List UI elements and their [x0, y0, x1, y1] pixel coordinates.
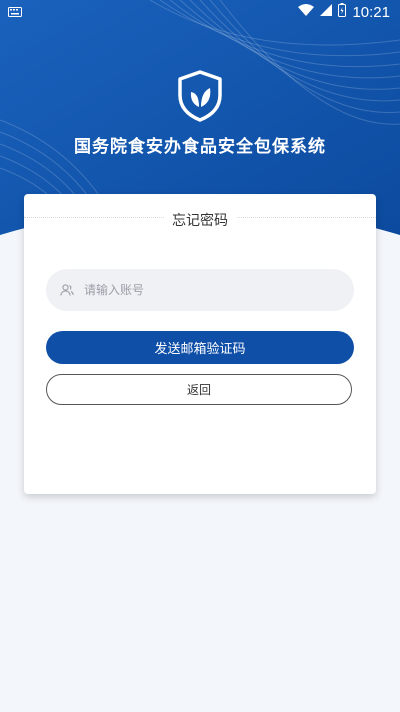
user-icon: [60, 284, 74, 296]
back-button[interactable]: 返回: [46, 374, 352, 405]
wifi-icon: [298, 4, 315, 20]
status-time: 10:21: [352, 3, 390, 21]
signal-icon: [320, 4, 333, 20]
send-email-code-button[interactable]: 发送邮箱验证码: [46, 331, 354, 364]
account-input-field[interactable]: [46, 269, 354, 311]
shield-logo-icon: [178, 70, 222, 122]
card-title: 忘记密码: [24, 210, 376, 230]
status-bar: 10:21: [0, 0, 400, 24]
app-title: 国务院食安办食品安全包保系统: [74, 137, 326, 157]
keyboard-notification-icon: [8, 5, 22, 21]
card-title-text: 忘记密码: [164, 213, 236, 229]
account-input[interactable]: [82, 282, 336, 298]
battery-icon: [338, 3, 347, 21]
forgot-password-card: 忘记密码 发送邮箱验证码 返回: [24, 194, 376, 494]
